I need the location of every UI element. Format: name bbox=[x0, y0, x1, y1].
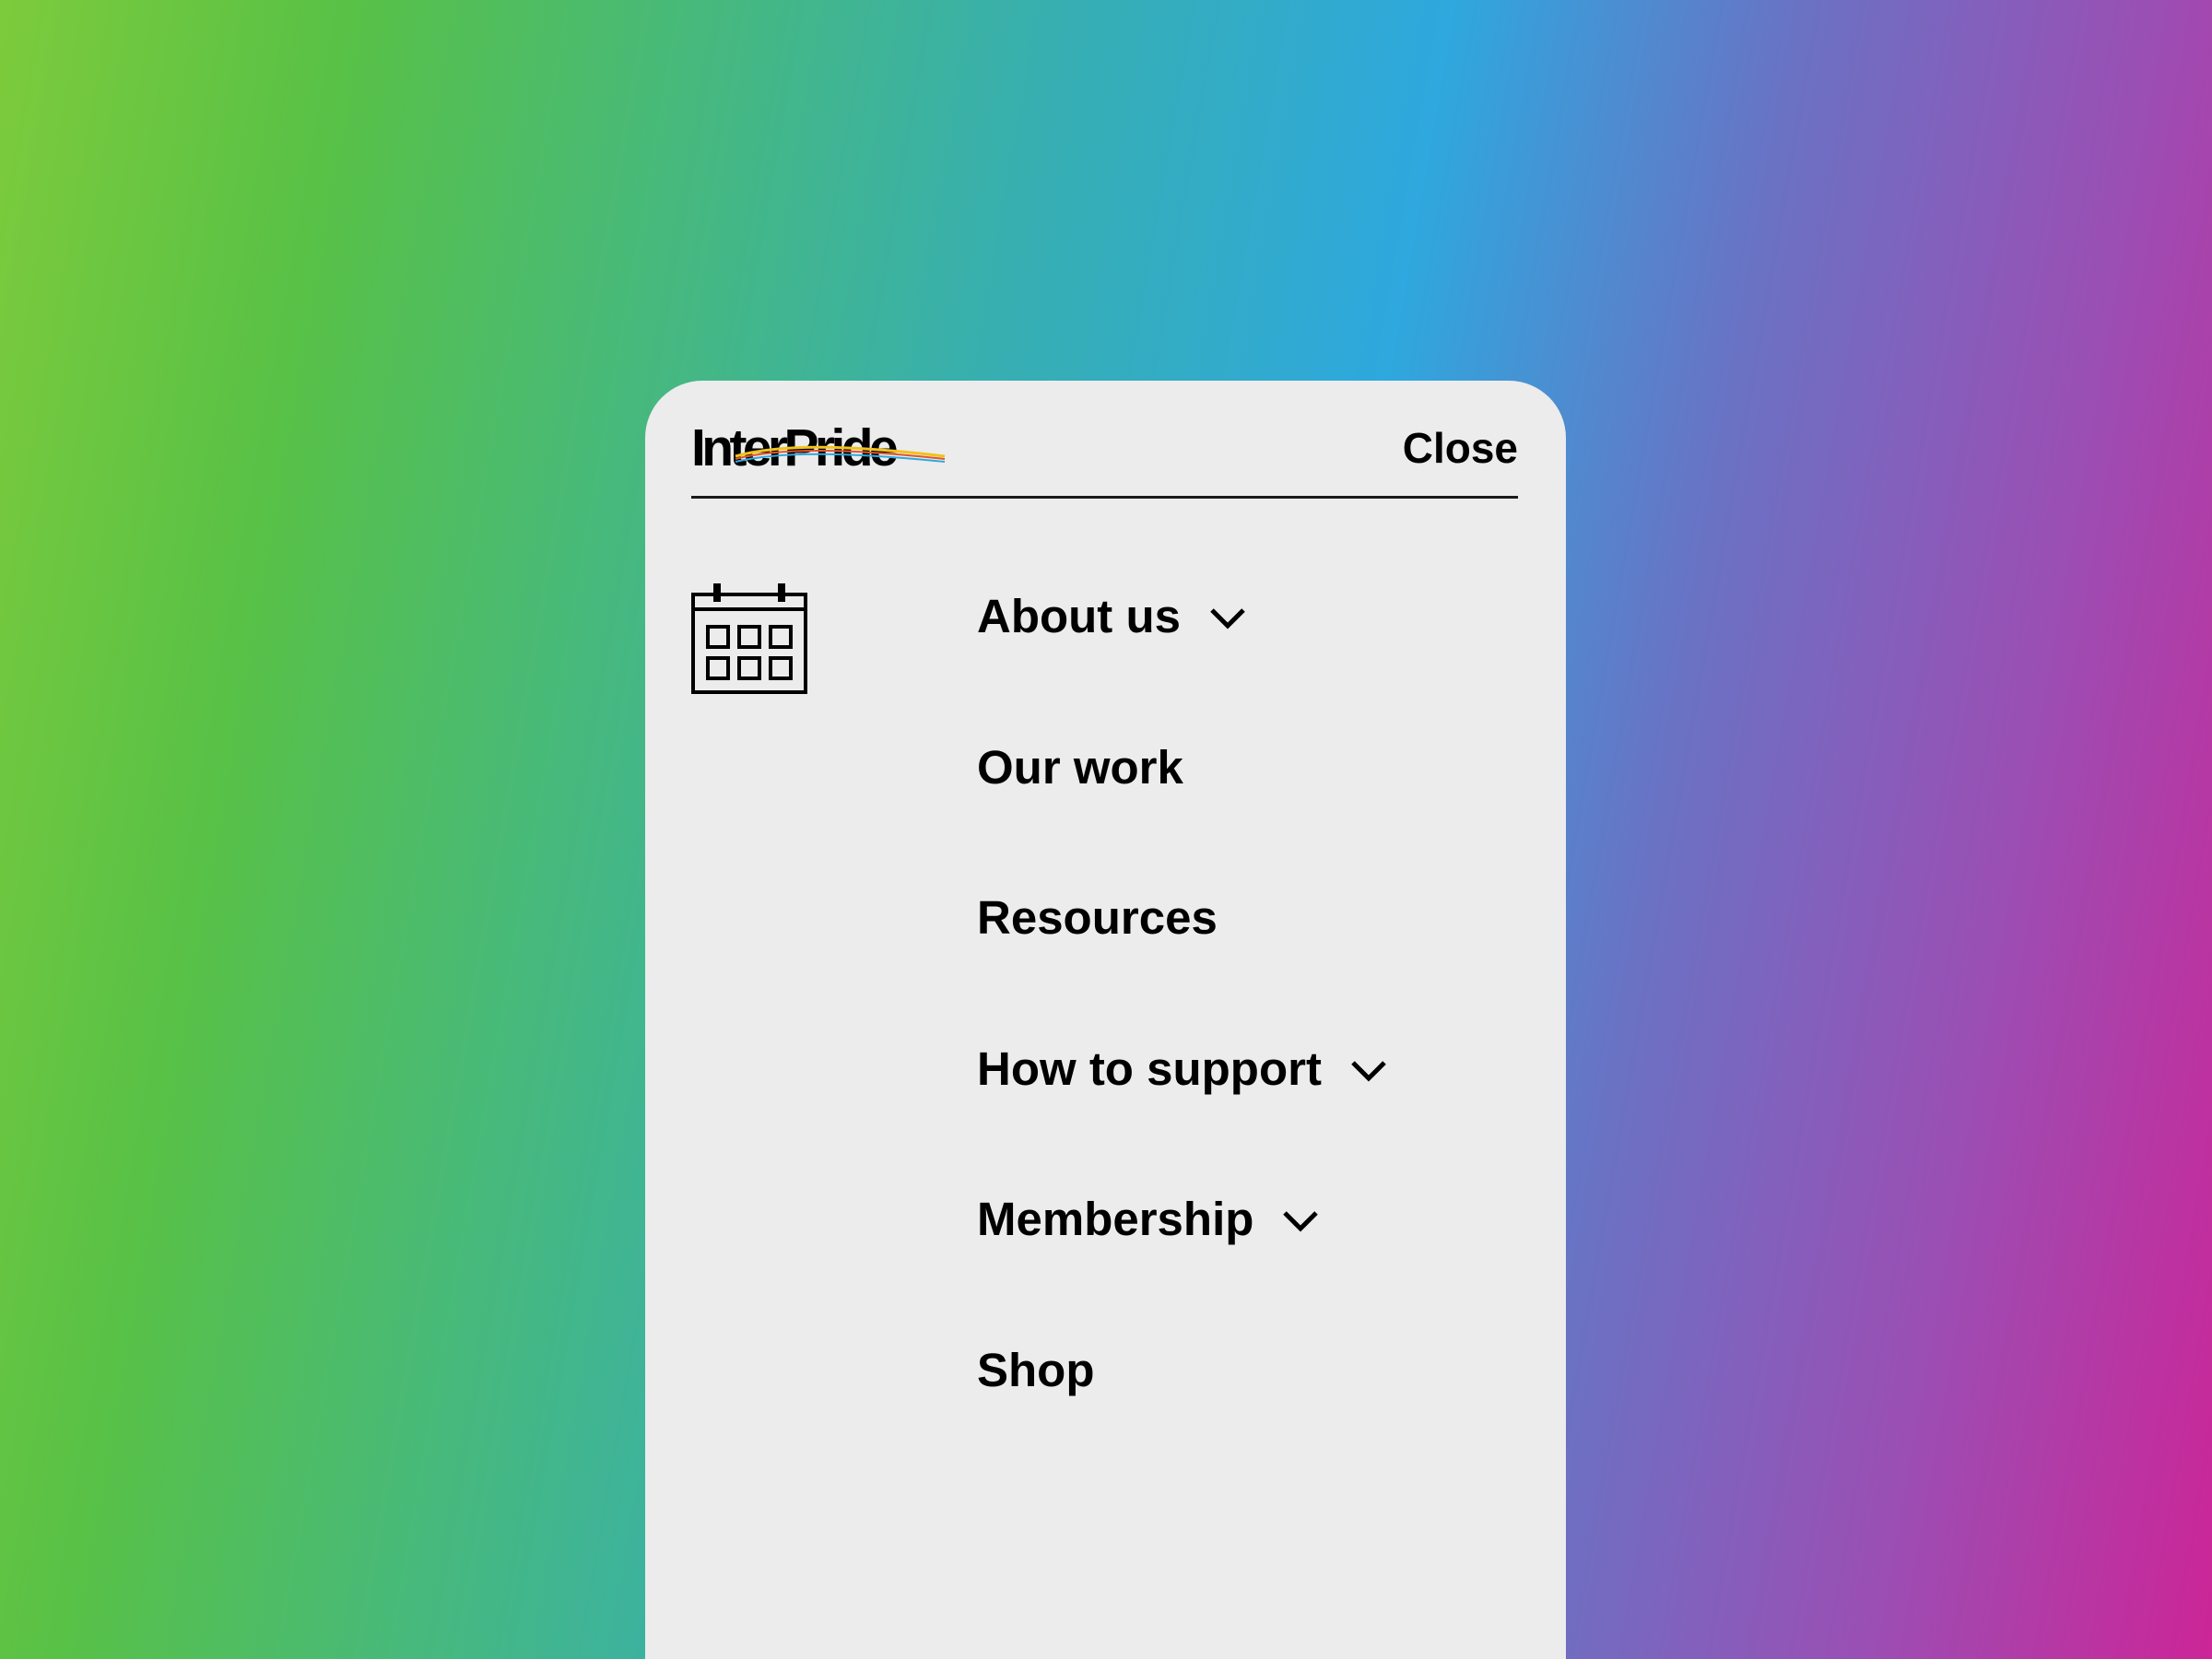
menu-item-how-to-support[interactable]: How to support bbox=[977, 1041, 1388, 1192]
navigation-menu-panel: InterPride Close About us Our work Resou… bbox=[645, 381, 1566, 1659]
chevron-down-icon[interactable] bbox=[1208, 606, 1247, 630]
menu-item-resources[interactable]: Resources bbox=[977, 889, 1388, 1041]
menu-item-shop[interactable]: Shop bbox=[977, 1342, 1388, 1493]
menu-item-label: Shop bbox=[977, 1343, 1095, 1396]
calendar-icon[interactable] bbox=[691, 582, 809, 700]
header-divider bbox=[691, 496, 1518, 499]
menu-item-membership[interactable]: Membership bbox=[977, 1191, 1388, 1342]
menu-item-label: Resources bbox=[977, 891, 1218, 944]
menu-item-label: Our work bbox=[977, 740, 1183, 794]
menu-item-label: About us bbox=[977, 590, 1181, 642]
menu-item-label: Membership bbox=[977, 1193, 1254, 1245]
chevron-down-icon[interactable] bbox=[1349, 1059, 1388, 1083]
menu-item-about-us[interactable]: About us bbox=[977, 588, 1388, 739]
close-button[interactable]: Close bbox=[1403, 423, 1518, 474]
menu-item-label: How to support bbox=[977, 1041, 1322, 1095]
main-menu: About us Our work Resources How to suppo… bbox=[977, 588, 1388, 1492]
chevron-down-icon[interactable] bbox=[1281, 1209, 1320, 1233]
menu-item-our-work[interactable]: Our work bbox=[977, 739, 1388, 890]
interpride-logo[interactable]: InterPride bbox=[691, 419, 954, 475]
